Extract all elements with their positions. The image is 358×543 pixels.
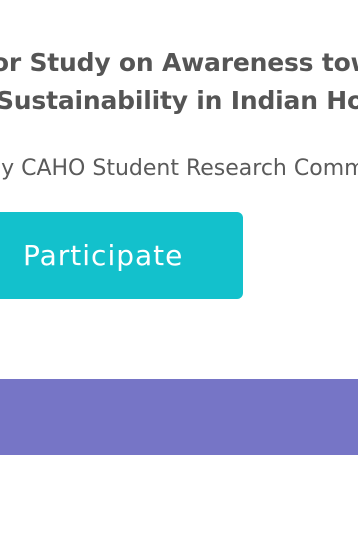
- page-title: For Study on Awareness towards Sustainab…: [0, 44, 358, 120]
- page: For Study on Awareness towards Sustainab…: [0, 0, 358, 543]
- title-line-2: Sustainability in Indian Hospitals: [0, 86, 358, 115]
- page-subtitle: By CAHO Student Research Committee: [0, 156, 358, 181]
- color-banner: [0, 379, 358, 455]
- participate-button[interactable]: Participate: [0, 212, 243, 299]
- title-line-1: For Study on Awareness towards: [0, 48, 358, 77]
